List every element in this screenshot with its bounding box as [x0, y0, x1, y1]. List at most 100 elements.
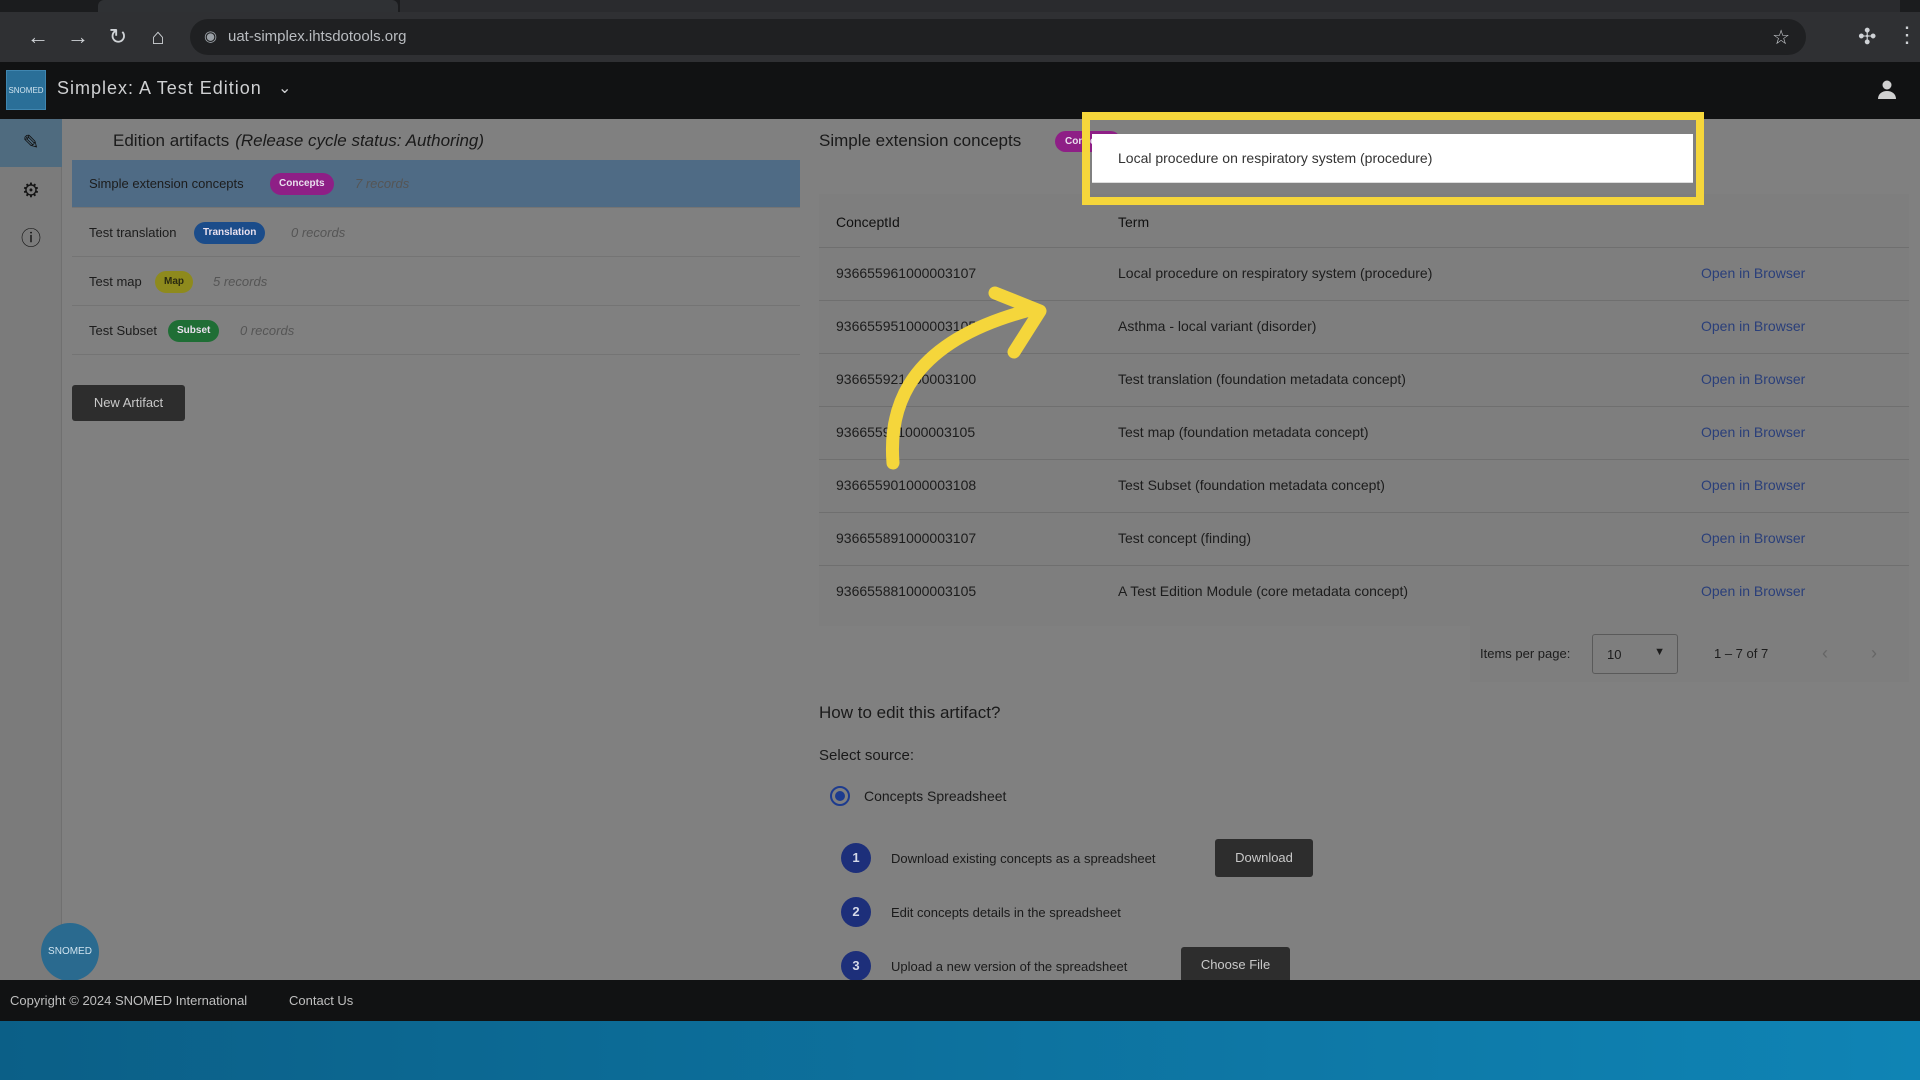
browser-toolbar: ← → ↻ ⌂ ◉ uat-simplex.ihtsdotools.org ☆ … — [0, 12, 1920, 62]
concepts-table: ConceptId Term 936655961000003107 Local … — [819, 194, 1909, 626]
open-in-browser-link[interactable]: Open in Browser — [1701, 265, 1805, 281]
table-row[interactable]: 936655951000003105 Asthma - local varian… — [819, 300, 1909, 353]
table-row[interactable]: 936655881000003105 A Test Edition Module… — [819, 565, 1909, 618]
copyright-text: Copyright © 2024 SNOMED International — [10, 993, 248, 1008]
items-per-page-value: 10 — [1607, 647, 1622, 662]
open-in-browser-link[interactable]: Open in Browser — [1701, 530, 1805, 546]
release-status: (Release cycle status: Authoring) — [235, 131, 485, 150]
concept-id: 936655961000003107 — [836, 265, 977, 281]
browser-tab-area — [400, 0, 1900, 12]
previous-page-icon[interactable]: ‹ — [1822, 643, 1828, 664]
table-row[interactable]: 936655901000003108 Test Subset (foundati… — [819, 459, 1909, 512]
back-icon[interactable]: ← — [24, 24, 52, 52]
artifact-row-concepts[interactable]: Simple extension concepts Concepts 7 rec… — [72, 160, 800, 208]
concept-id: 936655881000003105 — [836, 583, 977, 599]
edition-title[interactable]: Simplex: A Test Edition — [57, 78, 262, 99]
chevron-down-icon[interactable]: ⌄ — [278, 78, 291, 98]
concept-term: A Test Edition Module (core metadata con… — [1118, 583, 1409, 599]
open-in-browser-link[interactable]: Open in Browser — [1701, 371, 1805, 387]
concept-id: 936655901000003108 — [836, 477, 977, 493]
bookmark-star-icon[interactable]: ☆ — [1772, 25, 1790, 50]
concept-term: Test translation (foundation metadata co… — [1118, 371, 1406, 387]
artifact-records: 7 records — [355, 176, 410, 191]
step-number: 3 — [841, 951, 871, 981]
settings-gear-icon[interactable]: ⚙ — [0, 167, 62, 215]
extensions-icon[interactable]: ✣ — [1858, 24, 1876, 50]
address-bar[interactable]: ◉ uat-simplex.ihtsdotools.org ☆ — [190, 19, 1806, 55]
concept-term: Asthma - local variant (disorder) — [1118, 318, 1317, 334]
open-in-browser-link[interactable]: Open in Browser — [1701, 424, 1805, 440]
concept-id: 936655891000003107 — [836, 530, 977, 546]
concept-id: 936655921000003100 — [836, 371, 977, 387]
select-source-label: Select source: — [819, 747, 915, 764]
page-range: 1 – 7 of 7 — [1714, 646, 1769, 661]
step-text: Upload a new version of the spreadsheet — [891, 959, 1128, 974]
reload-icon[interactable]: ↻ — [104, 24, 132, 52]
table-row[interactable]: 936655891000003107 Test concept (finding… — [819, 512, 1909, 565]
forward-icon[interactable]: → — [64, 24, 92, 52]
artifact-records: 0 records — [240, 323, 295, 338]
artifact-records: 5 records — [213, 274, 268, 289]
artifact-title: Simple extension concepts — [819, 131, 1022, 150]
concepts-badge: Concepts — [270, 173, 334, 195]
footer: Copyright © 2024 SNOMED International Co… — [0, 980, 1920, 1021]
artifact-name: Test map — [89, 274, 142, 289]
next-page-icon[interactable]: › — [1871, 643, 1877, 664]
step-number: 1 — [841, 843, 871, 873]
highlight-frame — [1082, 112, 1704, 205]
contact-us-link[interactable]: Contact Us — [289, 993, 353, 1008]
column-header-conceptid[interactable]: ConceptId — [836, 214, 900, 230]
artifact-row-subset[interactable]: Test Subset Subset 0 records — [72, 307, 800, 355]
source-radio-label[interactable]: Concepts Spreadsheet — [864, 788, 1006, 804]
artifact-row-translation[interactable]: Test translation Translation 0 records — [72, 209, 800, 257]
site-info-icon[interactable]: ◉ — [204, 28, 222, 46]
concept-term: Test concept (finding) — [1118, 530, 1252, 546]
paginator: Items per page: 10 ▼ 1 – 7 of 7 ‹ › — [1470, 626, 1909, 682]
subset-badge: Subset — [168, 320, 220, 342]
map-badge: Map — [155, 271, 193, 293]
browser-tabstrip — [0, 0, 1920, 12]
source-radio[interactable] — [830, 786, 850, 806]
artifact-name: Simple extension concepts — [89, 176, 244, 191]
artifacts-heading: Edition artifacts — [113, 131, 230, 150]
artifact-name: Test Subset — [89, 323, 157, 338]
bottom-band — [0, 1021, 1920, 1080]
open-in-browser-link[interactable]: Open in Browser — [1701, 583, 1805, 599]
how-to-edit-title: How to edit this artifact? — [819, 703, 1001, 722]
translation-badge: Translation — [194, 222, 266, 244]
main-area: ✎ ⚙ ⓘ Edition artifacts (Release cycle st… — [0, 119, 1920, 981]
table-row[interactable]: 936655961000003107 Local procedure on re… — [819, 247, 1909, 300]
app-header: SNOMED Simplex: A Test Edition ⌄ — [0, 62, 1920, 119]
snomed-logo: SNOMED — [6, 70, 46, 110]
choose-file-button[interactable]: Choose File — [1181, 947, 1290, 980]
concept-id: 936655951000003105 — [836, 318, 977, 334]
browser-tab-active[interactable] — [98, 0, 398, 12]
table-row[interactable]: 936655921000003100 Test translation (fou… — [819, 353, 1909, 406]
dropdown-caret-icon: ▼ — [1654, 646, 1665, 658]
url-text: uat-simplex.ihtsdotools.org — [228, 28, 407, 45]
new-artifact-button[interactable]: New Artifact — [72, 385, 185, 421]
download-button[interactable]: Download — [1215, 839, 1313, 877]
step-text: Edit concepts details in the spreadsheet — [891, 905, 1121, 920]
browser-menu-icon[interactable]: ⋮ — [1896, 22, 1918, 48]
step-text: Download existing concepts as a spreadsh… — [891, 851, 1156, 866]
edit-pencil-icon[interactable]: ✎ — [0, 119, 62, 167]
column-header-term[interactable]: Term — [1118, 214, 1149, 230]
artifact-records: 0 records — [291, 225, 346, 240]
concept-term: Local procedure on respiratory system (p… — [1118, 265, 1433, 281]
snomed-avatar: SNOMED — [41, 923, 99, 981]
open-in-browser-link[interactable]: Open in Browser — [1701, 477, 1805, 493]
items-per-page-select[interactable]: 10 ▼ — [1592, 634, 1678, 674]
step-number: 2 — [841, 897, 871, 927]
concept-term: Test Subset (foundation metadata concept… — [1118, 477, 1385, 493]
info-icon[interactable]: ⓘ — [0, 215, 62, 263]
open-in-browser-link[interactable]: Open in Browser — [1701, 318, 1805, 334]
table-row[interactable]: 936655911000003105 Test map (foundation … — [819, 406, 1909, 459]
items-per-page-label: Items per page: — [1480, 646, 1571, 661]
concept-term: Test map (foundation metadata concept) — [1118, 424, 1369, 440]
artifact-row-map[interactable]: Test map Map 5 records — [72, 258, 800, 306]
user-icon[interactable] — [1876, 78, 1898, 100]
home-icon[interactable]: ⌂ — [144, 24, 172, 52]
side-rail: ✎ ⚙ ⓘ — [0, 119, 62, 980]
artifact-name: Test translation — [89, 225, 177, 240]
